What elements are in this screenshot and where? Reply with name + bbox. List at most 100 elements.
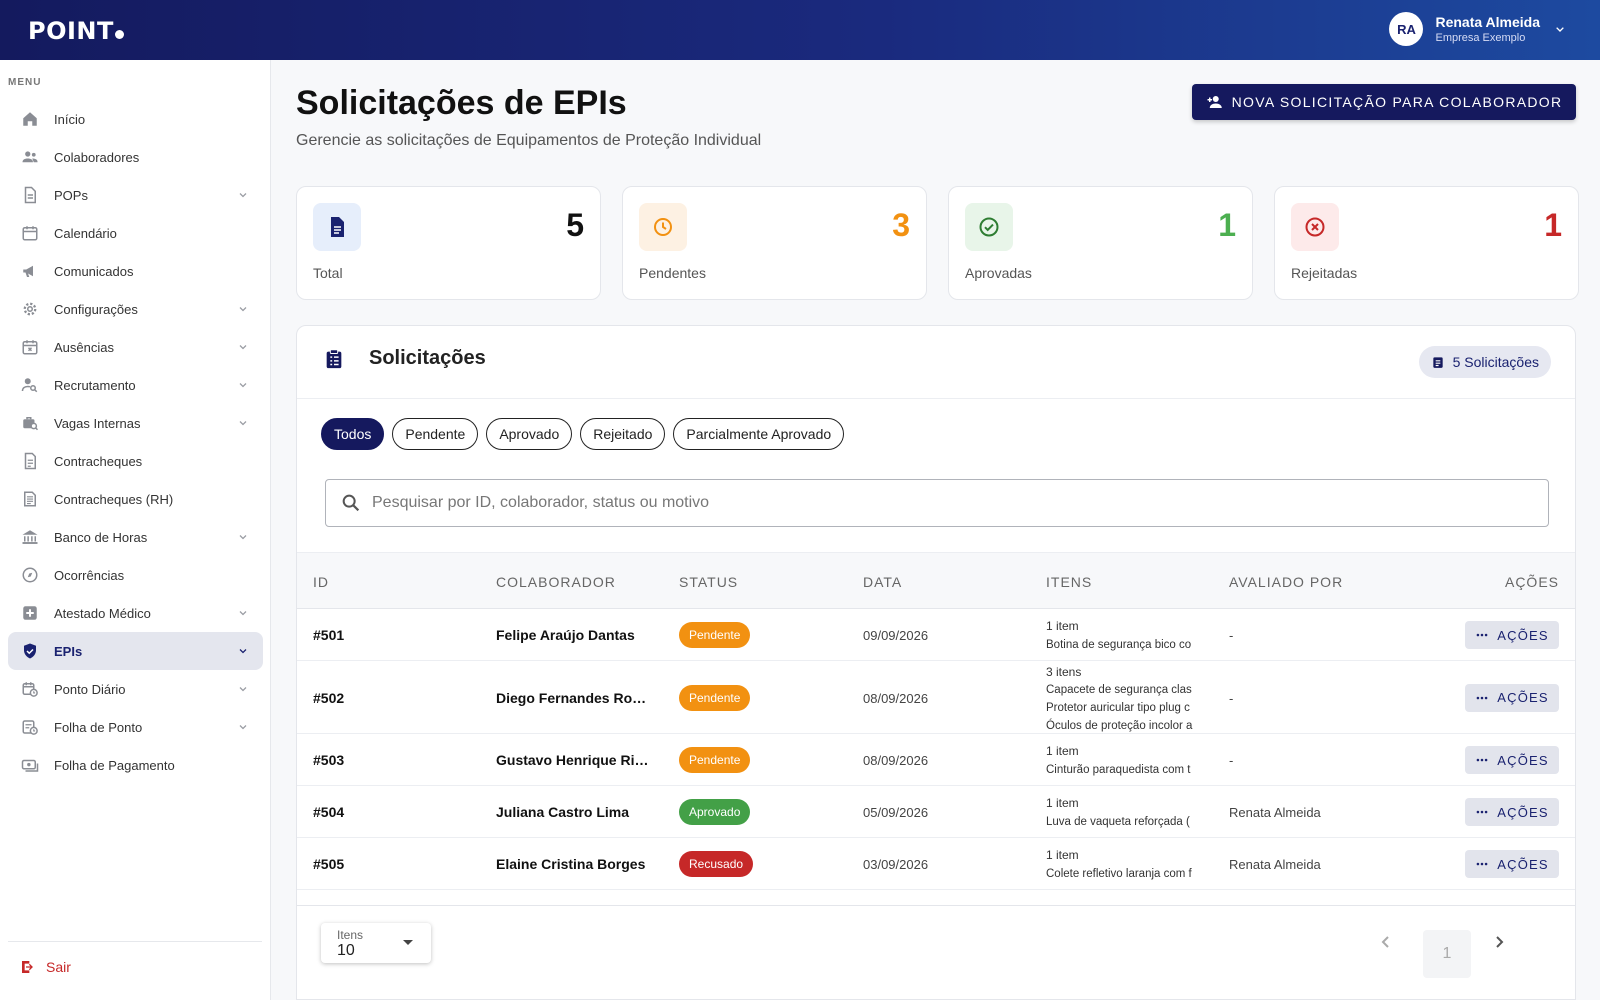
- sidebar-item-atestado-medico[interactable]: Atestado Médico: [8, 594, 263, 632]
- chevron-down-icon[interactable]: [237, 341, 249, 353]
- request-id: #503: [313, 752, 345, 768]
- user-menu[interactable]: RA Renata Almeida Empresa Exemplo: [1389, 12, 1568, 46]
- document-icon: [20, 185, 40, 205]
- more-horizontal-icon: [1476, 862, 1488, 866]
- search-icon: [342, 494, 360, 512]
- items-cell: 1 item Botina de segurança bico co: [1046, 616, 1198, 654]
- chevron-left-icon[interactable]: [1374, 930, 1398, 954]
- receipt-icon: [20, 451, 40, 471]
- sidebar-item-colaboradores[interactable]: Colaboradores: [8, 138, 263, 176]
- table-row[interactable]: #504 Juliana Castro Lima Aprovado 05/09/202…: [297, 786, 1575, 838]
- items-count: 1 item: [1046, 796, 1079, 810]
- actions-button[interactable]: AÇÕES: [1465, 683, 1559, 712]
- search-input[interactable]: [372, 494, 1472, 512]
- sidebar-item-label: Contracheques (RH): [54, 491, 174, 507]
- items-per-page-select[interactable]: Itens 10: [321, 923, 431, 963]
- chevron-down-icon[interactable]: [1552, 21, 1568, 37]
- chevron-right-icon[interactable]: [1487, 930, 1511, 954]
- sidebar-item-label: Ausências: [54, 339, 114, 355]
- clipboard-list-icon: [326, 349, 342, 369]
- sidebar-item-folha-de-ponto[interactable]: Folha de Ponto: [8, 708, 263, 746]
- chevron-down-icon[interactable]: [237, 645, 249, 657]
- sidebar-item-label: Início: [54, 111, 86, 127]
- sidebar-item-vagas-internas[interactable]: Vagas Internas: [8, 404, 263, 442]
- sidebar-item-banco-de-horas[interactable]: Banco de Horas: [8, 518, 263, 556]
- sidebar-item-ocorrencias[interactable]: Ocorrências: [8, 556, 263, 594]
- sidebar-item-epis[interactable]: EPIs: [8, 632, 263, 670]
- actions-label: AÇÕES: [1497, 856, 1549, 872]
- items-count: 1 item: [1046, 619, 1079, 633]
- filter-chip-aprovado[interactable]: Aprovado: [486, 418, 573, 450]
- employee-name: Felipe Araújo Dantas: [496, 627, 635, 643]
- sidebar-item-contracheques-rh[interactable]: Contracheques (RH): [8, 480, 263, 518]
- sidebar-item-ausencias[interactable]: Ausências: [8, 328, 263, 366]
- table-row[interactable]: #505 Elaine Cristina Borges Recusado 03/09/…: [297, 838, 1575, 890]
- chevron-down-icon[interactable]: [237, 721, 249, 733]
- filter-chip-todos[interactable]: Todos: [321, 418, 385, 450]
- sidebar-item-recrutamento[interactable]: Recrutamento: [8, 366, 263, 404]
- sidebar-item-pops[interactable]: POPs: [8, 176, 263, 214]
- gear-icon: [20, 299, 40, 319]
- stat-label: Aprovadas: [965, 265, 1032, 281]
- chevron-down-icon[interactable]: [237, 379, 249, 391]
- payments-icon: [21, 759, 39, 772]
- person-add-icon: [1207, 96, 1222, 108]
- status-badge: Recusado: [679, 851, 754, 877]
- actions-button[interactable]: AÇÕES: [1465, 798, 1559, 826]
- sidebar-item-configuracoes[interactable]: Configurações: [8, 290, 263, 328]
- sidebar-item-inicio[interactable]: Início: [8, 100, 263, 138]
- request-id: #504: [313, 804, 345, 820]
- sidebar-item-comunicados[interactable]: Comunicados: [8, 252, 263, 290]
- column-header: AÇÕES: [1504, 574, 1559, 590]
- actions-button[interactable]: AÇÕES: [1465, 850, 1559, 878]
- item-line: Protetor auricular tipo plug c: [1046, 702, 1190, 714]
- chevron-down-icon[interactable]: [237, 607, 249, 619]
- shield-check-icon: [20, 641, 40, 661]
- new-request-button[interactable]: NOVA SOLICITAÇÃO PARA COLABORADOR: [1192, 84, 1576, 120]
- actions-label: AÇÕES: [1497, 752, 1549, 768]
- table-row[interactable]: #503 Gustavo Henrique Ribeiro Pendente 08/0…: [297, 734, 1575, 786]
- items-count: 1 item: [1046, 744, 1079, 758]
- sidebar-item-calendario[interactable]: Calendário: [8, 214, 263, 252]
- actions-button[interactable]: AÇÕES: [1465, 621, 1559, 649]
- bank-icon: [22, 530, 38, 544]
- table-footer-divider: [297, 905, 1575, 906]
- status-badge: Pendente: [679, 684, 751, 711]
- app-logo[interactable]: POINT: [28, 17, 124, 45]
- chevron-down-icon[interactable]: [237, 417, 249, 429]
- request-date: 08/09/2026: [863, 690, 929, 706]
- chevron-down-icon[interactable]: [237, 531, 249, 543]
- chevron-down-icon[interactable]: [237, 683, 249, 695]
- sidebar-item-label: Calendário: [54, 225, 117, 241]
- sidebar-nav: Início Colaboradores POPs Calendário Comunic…: [8, 100, 263, 784]
- status-badge: Pendente: [679, 747, 751, 773]
- sidebar-item-label: EPIs: [54, 643, 83, 659]
- sidebar-item-label: Comunicados: [54, 263, 134, 279]
- people-icon: [22, 151, 38, 163]
- table-row[interactable]: #502 Diego Fernandes Rodrigues Pendente 08/…: [297, 661, 1575, 734]
- filter-chip-parcialmente-aprovado[interactable]: Parcialmente Aprovado: [673, 418, 845, 450]
- items-cell: 3 itens Capacete de segurança clas Proteto…: [1046, 663, 1198, 735]
- stat-value: 5: [566, 207, 584, 243]
- person-search-icon: [20, 375, 40, 395]
- sidebar-item-ponto-diario[interactable]: Ponto Diário: [8, 670, 263, 708]
- filter-chip-pendente[interactable]: Pendente: [392, 418, 479, 450]
- column-header: STATUS: [679, 574, 739, 590]
- panel-title: Solicitações: [369, 347, 486, 369]
- request-id: #501: [313, 627, 345, 643]
- chevron-down-icon[interactable]: [237, 189, 249, 201]
- search-box[interactable]: [325, 479, 1549, 527]
- shield-check-icon: [24, 643, 36, 659]
- clipboard-icon: [1432, 357, 1443, 368]
- logout-button[interactable]: Sair: [20, 959, 71, 975]
- table-row[interactable]: #501 Felipe Araújo Dantas Pendente 09/09/20…: [297, 609, 1575, 661]
- pagination-current-page[interactable]: 1: [1423, 930, 1471, 978]
- chevron-down-icon[interactable]: [237, 303, 249, 315]
- sidebar-item-folha-de-pagamento[interactable]: Folha de Pagamento: [8, 746, 263, 784]
- actions-button[interactable]: AÇÕES: [1465, 746, 1559, 774]
- avatar[interactable]: RA: [1389, 12, 1424, 46]
- actions-label: AÇÕES: [1497, 690, 1549, 705]
- filter-chip-rejeitado[interactable]: Rejeitado: [580, 418, 666, 450]
- page-subtitle: Gerencie as solicitações de Equipamentos…: [296, 132, 762, 149]
- sidebar-item-contracheques[interactable]: Contracheques: [8, 442, 263, 480]
